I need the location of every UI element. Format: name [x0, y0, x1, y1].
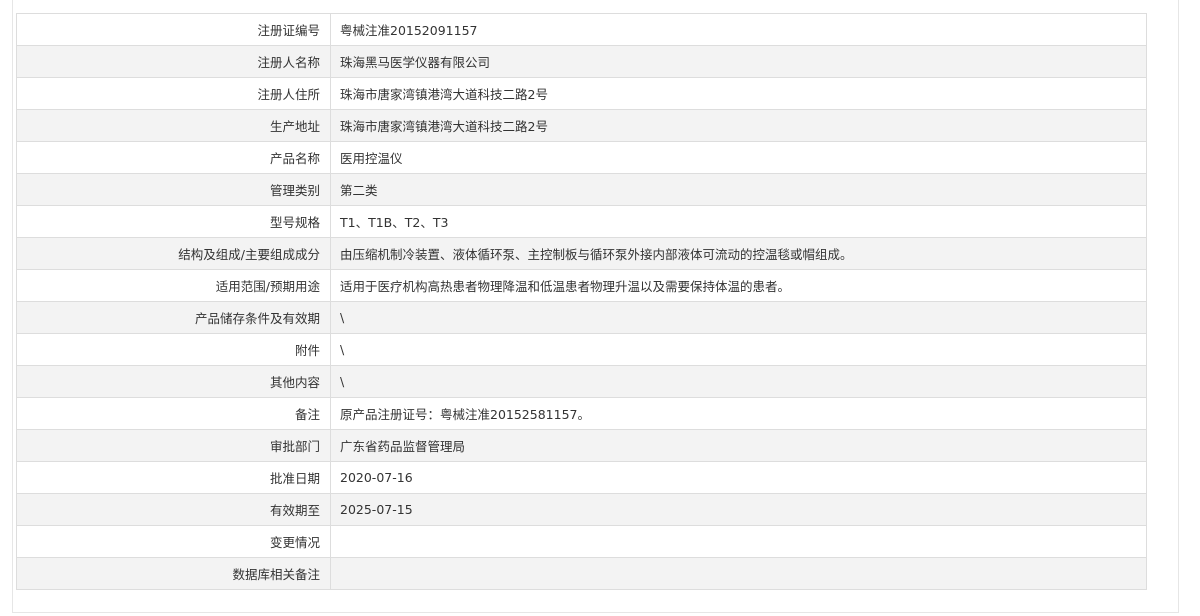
row-label: 结构及组成/主要组成成分	[16, 237, 331, 270]
row-value: 珠海市唐家湾镇港湾大道科技二路2号	[330, 109, 1147, 142]
table-row-registrant-address: 注册人住所 珠海市唐家湾镇港湾大道科技二路2号	[16, 77, 1147, 110]
table-row-registration-number: 注册证编号 粤械注准20152091157	[16, 13, 1147, 46]
table-row-model-spec: 型号规格 T1、T1B、T2、T3	[16, 205, 1147, 238]
row-value: \	[330, 365, 1147, 398]
row-value: T1、T1B、T2、T3	[330, 205, 1147, 238]
table-row-attachments: 附件 \	[16, 333, 1147, 366]
row-value: 由压缩机制冷装置、液体循环泵、主控制板与循环泵外接内部液体可流动的控温毯或帽组成…	[330, 237, 1147, 270]
table-row-product-name: 产品名称 医用控温仪	[16, 141, 1147, 174]
row-value: \	[330, 333, 1147, 366]
row-value: 珠海黑马医学仪器有限公司	[330, 45, 1147, 78]
table-row-change-status: 变更情况	[16, 525, 1147, 558]
row-label: 型号规格	[16, 205, 331, 238]
row-label: 注册人名称	[16, 45, 331, 78]
row-value: 原产品注册证号：粤械注准20152581157。	[330, 397, 1147, 430]
row-value: 适用于医疗机构高热患者物理降温和低温患者物理升温以及需要保持体温的患者。	[330, 269, 1147, 302]
row-value: 广东省药品监督管理局	[330, 429, 1147, 462]
table-row-production-address: 生产地址 珠海市唐家湾镇港湾大道科技二路2号	[16, 109, 1147, 142]
table-row-structure-composition: 结构及组成/主要组成成分 由压缩机制冷装置、液体循环泵、主控制板与循环泵外接内部…	[16, 237, 1147, 270]
row-label: 数据库相关备注	[16, 557, 331, 590]
table-row-intended-use: 适用范围/预期用途 适用于医疗机构高热患者物理降温和低温患者物理升温以及需要保持…	[16, 269, 1147, 302]
table-row-registrant-name: 注册人名称 珠海黑马医学仪器有限公司	[16, 45, 1147, 78]
row-label: 产品名称	[16, 141, 331, 174]
row-value	[330, 525, 1147, 558]
row-label: 其他内容	[16, 365, 331, 398]
row-value: 2020-07-16	[330, 461, 1147, 494]
row-value: \	[330, 301, 1147, 334]
registration-detail-table: 注册证编号 粤械注准20152091157 注册人名称 珠海黑马医学仪器有限公司…	[16, 13, 1147, 590]
row-label: 注册人住所	[16, 77, 331, 110]
table-row-database-remarks: 数据库相关备注	[16, 557, 1147, 590]
table-row-approval-date: 批准日期 2020-07-16	[16, 461, 1147, 494]
row-label: 有效期至	[16, 493, 331, 526]
row-label: 管理类别	[16, 173, 331, 206]
table-row-storage-validity: 产品储存条件及有效期 \	[16, 301, 1147, 334]
row-value: 第二类	[330, 173, 1147, 206]
row-value: 医用控温仪	[330, 141, 1147, 174]
table-row-remarks: 备注 原产品注册证号：粤械注准20152581157。	[16, 397, 1147, 430]
row-label: 适用范围/预期用途	[16, 269, 331, 302]
table-row-valid-until: 有效期至 2025-07-15	[16, 493, 1147, 526]
row-label: 备注	[16, 397, 331, 430]
table-row-management-category: 管理类别 第二类	[16, 173, 1147, 206]
table-row-other-content: 其他内容 \	[16, 365, 1147, 398]
table-row-approval-department: 审批部门 广东省药品监督管理局	[16, 429, 1147, 462]
row-label: 变更情况	[16, 525, 331, 558]
row-value: 2025-07-15	[330, 493, 1147, 526]
row-value: 粤械注准20152091157	[330, 13, 1147, 46]
row-label: 产品储存条件及有效期	[16, 301, 331, 334]
row-label: 附件	[16, 333, 331, 366]
row-label: 注册证编号	[16, 13, 331, 46]
row-label: 生产地址	[16, 109, 331, 142]
row-value	[330, 557, 1147, 590]
row-label: 批准日期	[16, 461, 331, 494]
row-label: 审批部门	[16, 429, 331, 462]
row-value: 珠海市唐家湾镇港湾大道科技二路2号	[330, 77, 1147, 110]
